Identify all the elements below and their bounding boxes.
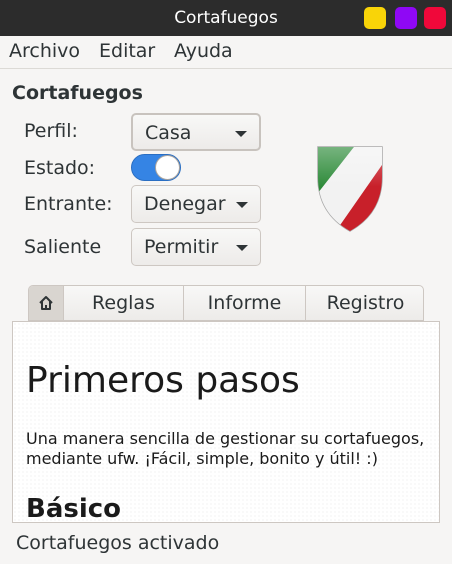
incoming-label: Entrante:	[24, 193, 113, 215]
help-content[interactable]: Primeros pasos Una manera sencilla de ge…	[12, 321, 440, 523]
gufw-shield-icon	[317, 146, 383, 232]
profile-combo[interactable]: Casa	[131, 113, 261, 151]
tab-informe[interactable]: Informe	[183, 286, 305, 320]
switch-knob	[155, 155, 180, 180]
menu-archivo[interactable]: Archivo	[9, 40, 80, 62]
minimize-button[interactable]	[364, 7, 386, 29]
status-bar-text: Cortafuegos activado	[16, 532, 220, 554]
chevron-down-icon	[236, 245, 248, 251]
section-title: Cortafuegos	[12, 82, 143, 104]
title-bar: Cortafuegos	[0, 0, 452, 36]
incoming-value: Denegar	[144, 193, 226, 215]
content-subheading: Básico	[26, 494, 122, 523]
profile-value: Casa	[145, 122, 192, 144]
tab-home[interactable]	[29, 286, 63, 320]
outgoing-label: Saliente	[24, 236, 102, 258]
menu-bar: Archivo Editar Ayuda	[0, 36, 452, 69]
chevron-down-icon	[236, 202, 248, 208]
tab-bar: Reglas Informe Registro	[28, 285, 424, 321]
close-button[interactable]	[424, 7, 446, 29]
home-icon	[39, 296, 53, 310]
menu-ayuda[interactable]: Ayuda	[174, 40, 233, 62]
tab-registro[interactable]: Registro	[305, 286, 423, 320]
maximize-button[interactable]	[395, 7, 417, 29]
content-paragraph: Una manera sencilla de gestionar su cort…	[26, 429, 425, 468]
profile-label: Perfil:	[24, 120, 78, 142]
content-heading: Primeros pasos	[26, 360, 300, 401]
menu-editar[interactable]: Editar	[99, 40, 155, 62]
outgoing-value: Permitir	[144, 236, 219, 258]
incoming-combo[interactable]: Denegar	[131, 185, 261, 223]
tab-reglas[interactable]: Reglas	[63, 286, 183, 320]
status-switch[interactable]	[131, 154, 181, 181]
chevron-down-icon	[235, 131, 247, 137]
outgoing-combo[interactable]: Permitir	[131, 228, 261, 266]
status-label: Estado:	[24, 157, 96, 179]
